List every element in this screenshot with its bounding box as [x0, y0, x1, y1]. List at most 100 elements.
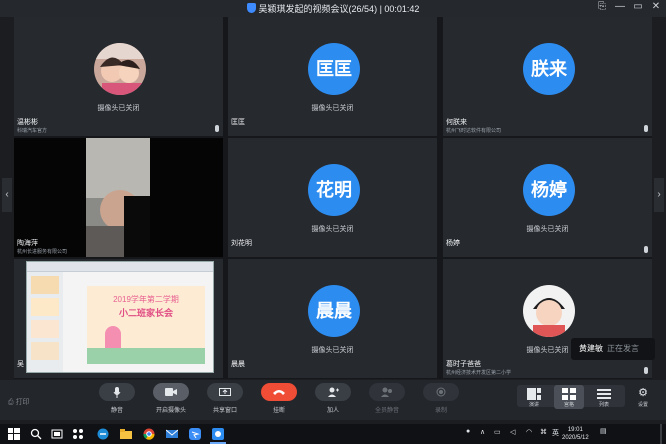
window-title-area: 吴颖琪发起的视频会议(26/54) | 00:01:42: [0, 2, 666, 15]
mail-icon[interactable]: [166, 428, 178, 440]
file-explorer-icon[interactable]: [120, 428, 132, 440]
participant-name: 温彬彬: [17, 119, 38, 126]
participant-name: 匡匡: [231, 119, 245, 126]
grid-view-icon: [562, 387, 576, 400]
participant-name: 杨婷: [446, 240, 460, 247]
print-label[interactable]: ⎙ 打印: [8, 397, 30, 407]
window-title: 吴颖琪发起的视频会议(26/54) | 00:01:42: [258, 4, 420, 14]
shared-screen: 2019学年第二学期 小二班家长会: [26, 261, 214, 373]
participant-org: 杭州飞时达软件有限公司: [446, 128, 502, 134]
microphone-icon: [99, 383, 135, 401]
pin-icon[interactable]: ⎘: [594, 1, 610, 12]
slide: 2019学年第二学期 小二班家长会: [87, 286, 205, 364]
speaker-view-button[interactable]: 演讲: [519, 387, 549, 408]
avatar: 朕来: [523, 43, 575, 95]
title-bar: 吴颖琪发起的视频会议(26/54) | 00:01:42 ⎘ — ▭ ✕: [0, 0, 666, 17]
participant-name: 刘花明: [231, 240, 252, 247]
participant-tile[interactable]: 陶海萍 杭州长进服务有限公司: [14, 138, 223, 257]
hangup-icon: [261, 383, 297, 401]
participant-name: 吴: [17, 361, 24, 368]
microphone-icon: [644, 246, 648, 253]
ime-indicator[interactable]: 英: [552, 428, 559, 438]
printer-icon: ⎙: [8, 399, 14, 406]
system-clock[interactable]: 19:01 2020/5/12: [562, 426, 589, 442]
mute-all-button[interactable]: 全员静音: [367, 383, 407, 414]
dingtalk-icon[interactable]: [189, 428, 201, 440]
edge-browser-icon[interactable]: [97, 428, 109, 440]
participant-tile[interactable]: 匡匡 摄像头已关闭 匡匡: [228, 17, 437, 136]
mute-button[interactable]: 静音: [97, 383, 137, 414]
participant-tile[interactable]: 摄像头已关闭 葛时子爸爸 杭州经济技术开发区第二小学: [443, 259, 652, 378]
volume-icon[interactable]: ◁: [510, 428, 515, 436]
network-icon[interactable]: ▭: [494, 428, 501, 436]
microphone-icon: [644, 125, 648, 132]
notification-icon[interactable]: ▤: [600, 427, 607, 435]
speaker-view-icon: [527, 387, 541, 400]
avatar: [94, 43, 146, 95]
participant-name: 陶海萍: [17, 240, 38, 247]
record-icon: [423, 383, 459, 401]
camera-off-text: 摄像头已关闭: [311, 347, 354, 354]
camera-off-text: 摄像头已关闭: [311, 105, 354, 112]
minimize-button[interactable]: —: [612, 1, 628, 12]
camera-off-text: 摄像头已关闭: [526, 226, 569, 233]
task-view-icon[interactable]: [51, 428, 63, 440]
slide-thumbnails: [27, 272, 63, 372]
wifi-icon[interactable]: ◠: [526, 428, 532, 436]
search-icon[interactable]: [30, 428, 42, 440]
list-view-button[interactable]: 列表: [589, 387, 619, 408]
participant-name: 晨晨: [231, 361, 245, 368]
participant-tile[interactable]: 杨婷 摄像头已关闭 杨婷: [443, 138, 652, 257]
next-page-arrow[interactable]: ›: [654, 178, 664, 212]
speaker-name: 黄建敏: [579, 344, 603, 353]
share-window-button[interactable]: 共享窗口: [205, 383, 245, 414]
chevron-up-icon[interactable]: ∧: [480, 428, 485, 436]
slide-subtitle: 小二班家长会: [118, 308, 173, 318]
settings-button[interactable]: ⚙ 设置: [628, 387, 658, 408]
input-mode-icon[interactable]: ⌘: [540, 428, 547, 436]
participant-tile[interactable]: 花明 摄像头已关闭 刘花明: [228, 138, 437, 257]
hangup-button[interactable]: 挂断: [259, 383, 299, 414]
app-grid-icon[interactable]: [72, 428, 84, 440]
clock-date: 2020/5/12: [562, 435, 589, 441]
camera-icon: [153, 383, 189, 401]
speaking-indicator: 黄建敏 正在发言: [571, 338, 655, 360]
avatar: 杨婷: [523, 164, 575, 216]
microphone-icon: [215, 125, 219, 132]
camera-off-text: 摄像头已关闭: [97, 105, 140, 112]
speaking-status: 正在发言: [607, 344, 639, 353]
maximize-button[interactable]: ▭: [630, 1, 646, 12]
participant-org: 杭州长进服务有限公司: [17, 249, 68, 255]
participant-tile[interactable]: 晨晨 摄像头已关闭 晨晨: [228, 259, 437, 378]
shield-icon: [246, 3, 256, 13]
participant-org: 杭州经济技术开发区第二小学: [446, 370, 512, 376]
os-taskbar: ● ∧ ▭ ◁ ◠ ⌘ 英 19:01 2020/5/12 ▤: [0, 424, 666, 444]
ppt-toolbar: [27, 262, 213, 272]
record-button[interactable]: 录制: [421, 383, 461, 414]
participant-org: 科瑞汽车官方: [17, 128, 48, 134]
slide-title: 2019学年第二学期: [113, 295, 179, 304]
chrome-icon[interactable]: [143, 428, 155, 440]
participant-tile[interactable]: 摄像头已关闭 温彬彬 科瑞汽车官方: [14, 17, 223, 136]
participant-tile[interactable]: 2019学年第二学期 小二班家长会 吴: [14, 259, 223, 378]
microphone-icon: [644, 367, 648, 374]
close-button[interactable]: ✕: [648, 1, 664, 12]
list-view-icon: [597, 387, 611, 399]
avatar: 晨晨: [308, 285, 360, 337]
video-grid: 摄像头已关闭 温彬彬 科瑞汽车官方 匡匡 摄像头已关闭 匡匡 朕来 何朕来 杭州…: [14, 17, 652, 379]
participant-name: 何朕来: [446, 119, 467, 126]
add-person-button[interactable]: 加人: [313, 383, 353, 414]
screen-share-icon: [207, 383, 243, 401]
video-feed: [86, 138, 150, 257]
meeting-app-icon[interactable]: [212, 428, 224, 440]
start-camera-button[interactable]: 开启摄像头: [151, 383, 191, 414]
show-desktop-button[interactable]: [660, 424, 662, 444]
user-icon[interactable]: ●: [466, 428, 470, 435]
prev-page-arrow[interactable]: ‹: [2, 178, 12, 212]
windows-start-icon[interactable]: [8, 428, 20, 440]
avatar: [523, 285, 575, 337]
avatar: 匡匡: [308, 43, 360, 95]
gear-icon: ⚙: [638, 387, 648, 399]
grid-view-button[interactable]: 宫格: [554, 385, 584, 409]
participant-tile[interactable]: 朕来 何朕来 杭州飞时达软件有限公司: [443, 17, 652, 136]
